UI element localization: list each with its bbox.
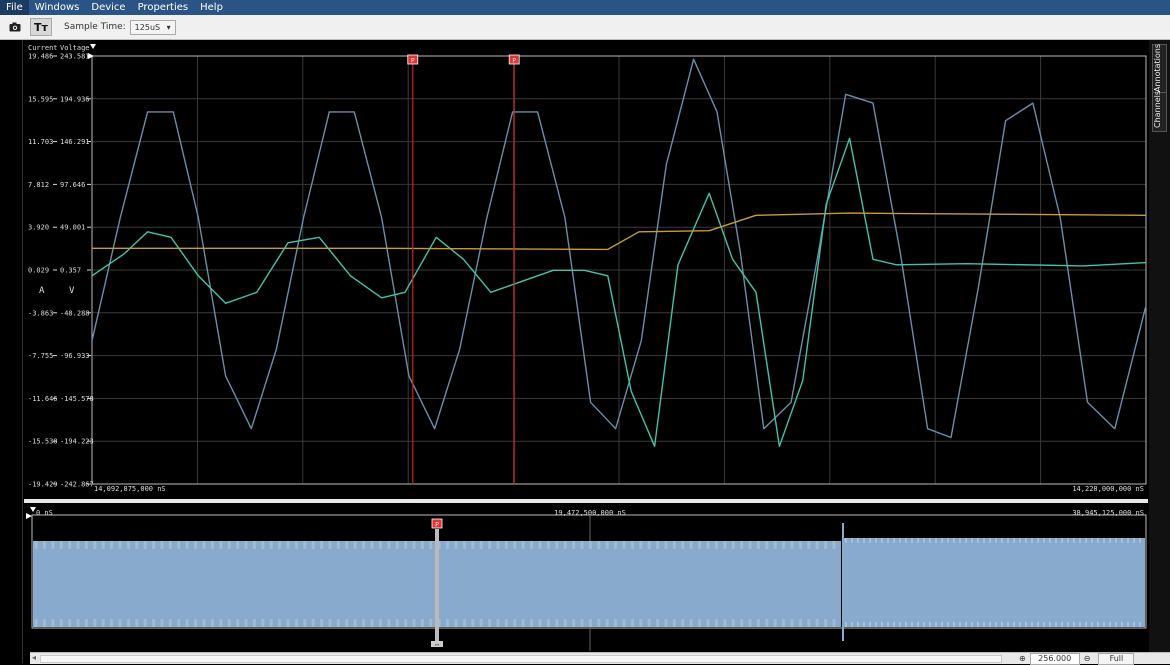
axis-top-arrow-icon[interactable]: [90, 44, 96, 49]
voltage-tick-label: 146.291: [60, 138, 90, 146]
scroll-left-icon[interactable]: ◂: [32, 653, 36, 662]
menu-windows[interactable]: Windows: [29, 0, 86, 15]
overview-start-label: 0 nS: [36, 509, 53, 517]
current-tick-label: -7.755: [28, 352, 53, 360]
time-marker-label: P: [411, 58, 415, 65]
current-axis-header: Current: [28, 44, 58, 52]
current-unit: A: [39, 286, 45, 296]
tab-channels[interactable]: Channels: [1152, 91, 1167, 132]
voltage-tick-label: 97.646: [60, 181, 85, 189]
zoom-in-icon[interactable]: ⊕: [1019, 654, 1026, 663]
current-tick-label: -3.863: [28, 309, 53, 317]
current-tick-label: 15.595: [28, 95, 53, 103]
screenshot-button[interactable]: [4, 18, 26, 36]
voltage-tick-label: 49.001: [60, 224, 85, 232]
main-chart-panel[interactable]: P P 19.486 15.595 11.703 7.812 3.920 0.029 -3.8…: [24, 40, 1148, 499]
sample-time-value: 125uS: [134, 22, 161, 32]
x-end-label: 14,228,000,000 nS: [1072, 485, 1144, 493]
toolbar: Tт Sample Time: 125uS ▾: [0, 15, 1170, 40]
text-tool-button[interactable]: Tт: [30, 18, 52, 36]
current-tick-label: 7.812: [28, 181, 49, 189]
voltage-tick-label: 194.936: [60, 95, 90, 103]
camera-icon: [9, 22, 21, 32]
voltage-tick-label: 243.581: [60, 53, 90, 61]
overview-left-arrow-icon[interactable]: [26, 513, 32, 519]
menu-file[interactable]: File: [0, 0, 29, 15]
current-tick-label: 3.920: [28, 224, 49, 232]
voltage-tick-label: -96.933: [60, 352, 90, 360]
overview-mid-label: 19,472,500,000 nS: [554, 509, 626, 517]
time-marker-label: P: [512, 58, 516, 65]
menu-properties[interactable]: Properties: [132, 0, 195, 15]
chevron-down-icon: ▾: [166, 22, 171, 32]
overview-chart[interactable]: 0 nS 19,472,500,000 nS 38,945,125,000 nS…: [24, 503, 1148, 651]
current-tick-label: 11.703: [28, 138, 53, 146]
sample-time-select[interactable]: 125uS ▾: [129, 19, 176, 35]
voltage-tick-label: -48.288: [60, 309, 90, 317]
menu-help[interactable]: Help: [194, 0, 229, 15]
main-chart[interactable]: P P 19.486 15.595 11.703 7.812 3.920 0.029 -3.8…: [24, 40, 1148, 499]
overview-end-label: 38,945,125,000 nS: [1072, 509, 1144, 517]
text-tool-icon: Tт: [34, 20, 48, 34]
voltage-tick-label: 0.357: [60, 267, 81, 275]
overview-panel[interactable]: 0 nS 19,472,500,000 nS 38,945,125,000 nS…: [24, 503, 1148, 651]
right-sidebar: Annotations Channels: [1149, 40, 1170, 663]
x-start-label: 14,092,875,000 nS: [94, 485, 166, 493]
axis-left-arrow-icon[interactable]: [88, 53, 94, 59]
resize-handle-icon: ↔: [435, 643, 439, 649]
overview-envelope-after: [842, 538, 1145, 627]
voltage-unit: V: [69, 286, 75, 296]
overview-marker-label: P: [435, 522, 439, 529]
menu-device[interactable]: Device: [85, 0, 131, 15]
sample-time-label: Sample Time:: [64, 22, 126, 32]
current-tick-label: 0.029: [28, 267, 49, 275]
zoom-controls: ⊕ 256.000 ⊖ Full: [1015, 652, 1170, 665]
voltage-axis-header: Voltage: [60, 44, 90, 52]
current-tick-label: 19.486: [28, 53, 53, 61]
horizontal-scrollbar[interactable]: ◂: [30, 652, 1015, 664]
menu-bar: File Windows Device Properties Help: [0, 0, 1170, 15]
left-strip: [0, 40, 23, 663]
tab-annotations[interactable]: Annotations: [1152, 44, 1167, 96]
zoom-out-icon[interactable]: ⊖: [1084, 654, 1091, 663]
scrollbar-thumb[interactable]: [40, 655, 1002, 663]
